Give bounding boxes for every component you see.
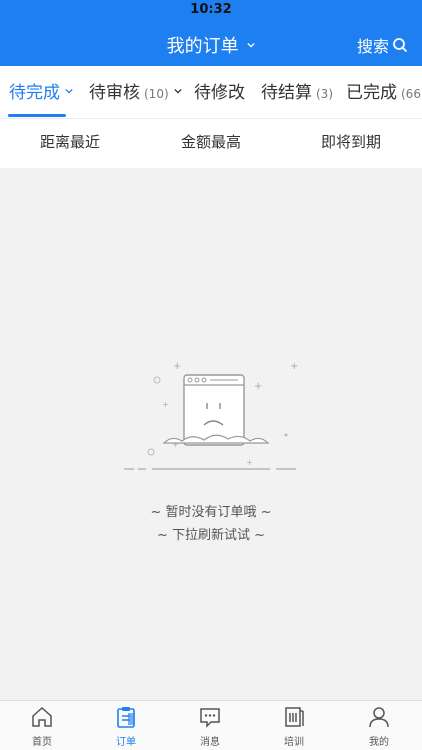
nav-label: 培训 [284, 737, 304, 748]
tab-pending-review[interactable]: 待审核 (10) [89, 78, 182, 103]
empty-state-illustration: + + + + + + [124, 361, 298, 470]
header-bar: 10:32 我的订单 搜索 [0, 0, 422, 66]
training-icon [285, 707, 304, 727]
nav-messages[interactable]: 消息 [168, 705, 252, 748]
tab-completed[interactable]: 已完成 (66) [346, 78, 422, 103]
chevron-down-icon [247, 42, 256, 48]
home-icon [32, 706, 52, 727]
tab-pending-settlement[interactable]: 待结算 (3) [261, 78, 333, 103]
tab-count: (10) [144, 87, 169, 101]
tab-label: 待结算 [261, 83, 312, 103]
sort-bar: 距离最近 金额最高 即将到期 [0, 118, 422, 168]
search-icon [393, 38, 408, 53]
svg-text:+: + [162, 400, 169, 409]
svg-text:+: + [254, 381, 262, 392]
nav-label: 订单 [116, 737, 136, 748]
search-label: 搜索 [356, 37, 389, 56]
nav-home[interactable]: 首页 [0, 705, 84, 748]
nav-training[interactable]: 培训 [252, 705, 336, 748]
order-tabs: 待完成 待审核 (10) 待修改 待结算 (3) 已完成 (66) [0, 66, 422, 118]
empty-message: ~ 暂时没有订单哦 ~ [150, 505, 272, 520]
tab-label: 待审核 [89, 83, 140, 103]
tab-label: 待完成 [9, 83, 60, 103]
search-button[interactable]: 搜索 [357, 33, 408, 57]
tab-pending-revision[interactable]: 待修改 [194, 78, 245, 103]
nav-profile[interactable]: 我的 [337, 705, 421, 748]
tab-pending-complete[interactable]: 待完成 [9, 78, 73, 103]
bottom-navigation: 首页 订单 消息 培训 我的 [0, 700, 422, 750]
chevron-down-icon [173, 88, 182, 94]
nav-orders[interactable]: 订单 [84, 705, 168, 748]
nav-label: 消息 [200, 737, 220, 748]
order-icon [117, 707, 135, 728]
nav-label: 首页 [32, 737, 52, 748]
sort-highest-amount[interactable]: 金额最高 [141, 131, 281, 152]
svg-text:+: + [246, 458, 253, 467]
svg-text:+: + [290, 361, 298, 372]
tab-count: (66) [401, 87, 422, 101]
page-title-label: 我的订单 [166, 36, 239, 57]
chevron-down-icon [65, 88, 73, 94]
message-icon [200, 708, 220, 728]
sort-expiring-soon[interactable]: 即将到期 [281, 131, 421, 152]
tab-label: 待修改 [194, 83, 245, 103]
sort-nearest[interactable]: 距离最近 [0, 131, 140, 152]
svg-text:+: + [172, 440, 179, 449]
active-tab-indicator [8, 114, 66, 117]
tab-label: 已完成 [346, 83, 397, 103]
status-time: 10:32 [190, 2, 232, 17]
empty-hint: ~ 下拉刷新试试 ~ [156, 528, 266, 543]
svg-text:+: + [173, 361, 181, 372]
nav-label: 我的 [369, 737, 389, 748]
tab-count: (3) [316, 87, 333, 101]
profile-icon [369, 707, 389, 728]
